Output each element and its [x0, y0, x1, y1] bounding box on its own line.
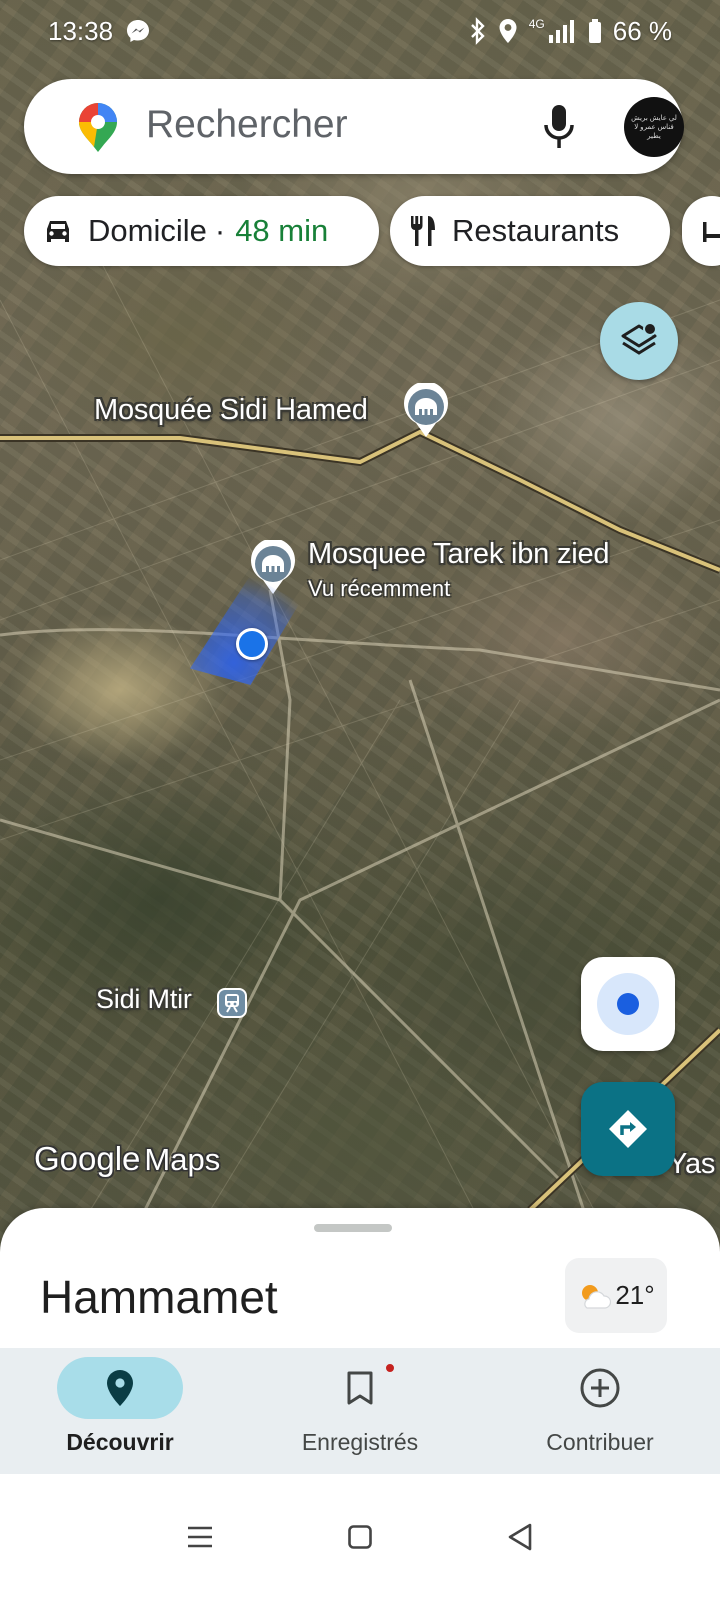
my-location-icon — [597, 973, 659, 1035]
map-label-mosque-sidi-hamed[interactable]: Mosquée Sidi Hamed — [94, 394, 368, 427]
status-time: 13:38 — [48, 15, 114, 46]
restaurant-icon — [411, 216, 435, 246]
notification-badge — [384, 1362, 396, 1374]
map-roads — [0, 259, 720, 1260]
sheet-drag-handle[interactable] — [314, 1224, 392, 1232]
nav-tab-saved[interactable]: Enregistrés — [240, 1348, 480, 1474]
partly-cloudy-icon — [582, 1284, 612, 1309]
car-icon — [47, 221, 69, 242]
account-avatar[interactable]: لي عايش بريش فناس عمرو لا يطير — [624, 97, 684, 157]
recents-menu-icon[interactable] — [186, 1525, 214, 1549]
home-square-icon[interactable] — [347, 1524, 373, 1550]
google-maps-logo: Google Maps — [34, 1140, 221, 1177]
place-title: Hammamet — [40, 1271, 278, 1323]
layers-icon — [621, 322, 657, 355]
chip-restaurants-label: Restaurants — [452, 213, 620, 248]
location-pin-icon — [107, 1370, 133, 1406]
battery-percent: 66 % — [612, 15, 672, 46]
chip-home[interactable]: Domicile · 48 min — [24, 196, 379, 266]
map-label-sidi-mtir[interactable]: Sidi Mtir — [96, 984, 192, 1015]
my-location-button[interactable] — [581, 957, 675, 1051]
chip-restaurants[interactable]: Restaurants — [390, 196, 670, 266]
nav-tab-discover-label: Découvrir — [66, 1429, 174, 1455]
layers-button[interactable] — [600, 302, 678, 380]
google-maps-pin-icon — [79, 103, 117, 152]
nav-tab-discover[interactable]: Découvrir — [0, 1348, 240, 1474]
bluetooth-icon — [470, 17, 485, 45]
mosque-pin-icon[interactable] — [402, 383, 450, 439]
messenger-icon — [127, 20, 150, 42]
chip-home-eta: 48 min — [235, 213, 329, 248]
status-bar: 13:38 4G 66 % — [0, 0, 720, 62]
battery-icon — [588, 19, 601, 43]
hotel-icon — [703, 222, 720, 242]
network-type: 4G — [528, 17, 545, 31]
system-navigation-bar — [0, 1474, 720, 1600]
location-status-icon — [499, 19, 517, 43]
chip-separator: · — [214, 213, 226, 248]
map-view[interactable]: Mosquée Sidi Hamed Mosquee Tarek ibn zie… — [0, 0, 720, 1260]
weather-chip[interactable]: 21° — [565, 1258, 667, 1333]
signal-icon — [548, 20, 574, 43]
directions-icon — [609, 1110, 647, 1148]
directions-button[interactable] — [581, 1082, 675, 1176]
map-label-edge[interactable]: Yas — [668, 1148, 715, 1181]
explore-sheet[interactable]: Hammamet 21° — [0, 1208, 720, 1368]
search-input[interactable]: Rechercher — [146, 103, 348, 147]
map-label-mosque-tarek[interactable]: Mosquee Tarek ibn zied — [308, 538, 610, 571]
add-circle-icon — [580, 1368, 620, 1408]
chip-home-label: Domicile — [88, 213, 207, 248]
nav-tab-contribute[interactable]: Contribuer — [480, 1348, 720, 1474]
microphone-icon[interactable] — [542, 103, 576, 151]
nav-tab-saved-label: Enregistrés — [301, 1429, 419, 1455]
temperature: 21° — [615, 1280, 655, 1310]
map-sublabel-recent: Vu récemment — [308, 576, 451, 601]
back-triangle-icon[interactable] — [506, 1522, 534, 1552]
bottom-navigation: Découvrir Enregistrés Contribuer — [0, 1348, 720, 1474]
train-station-icon[interactable] — [217, 988, 247, 1018]
search-bar[interactable]: Rechercher لي عايش بريش فناس عمرو لا يطي… — [24, 79, 684, 174]
nav-tab-contribute-label: Contribuer — [546, 1429, 654, 1455]
my-location-dot — [236, 628, 268, 660]
bookmark-icon — [347, 1371, 373, 1405]
